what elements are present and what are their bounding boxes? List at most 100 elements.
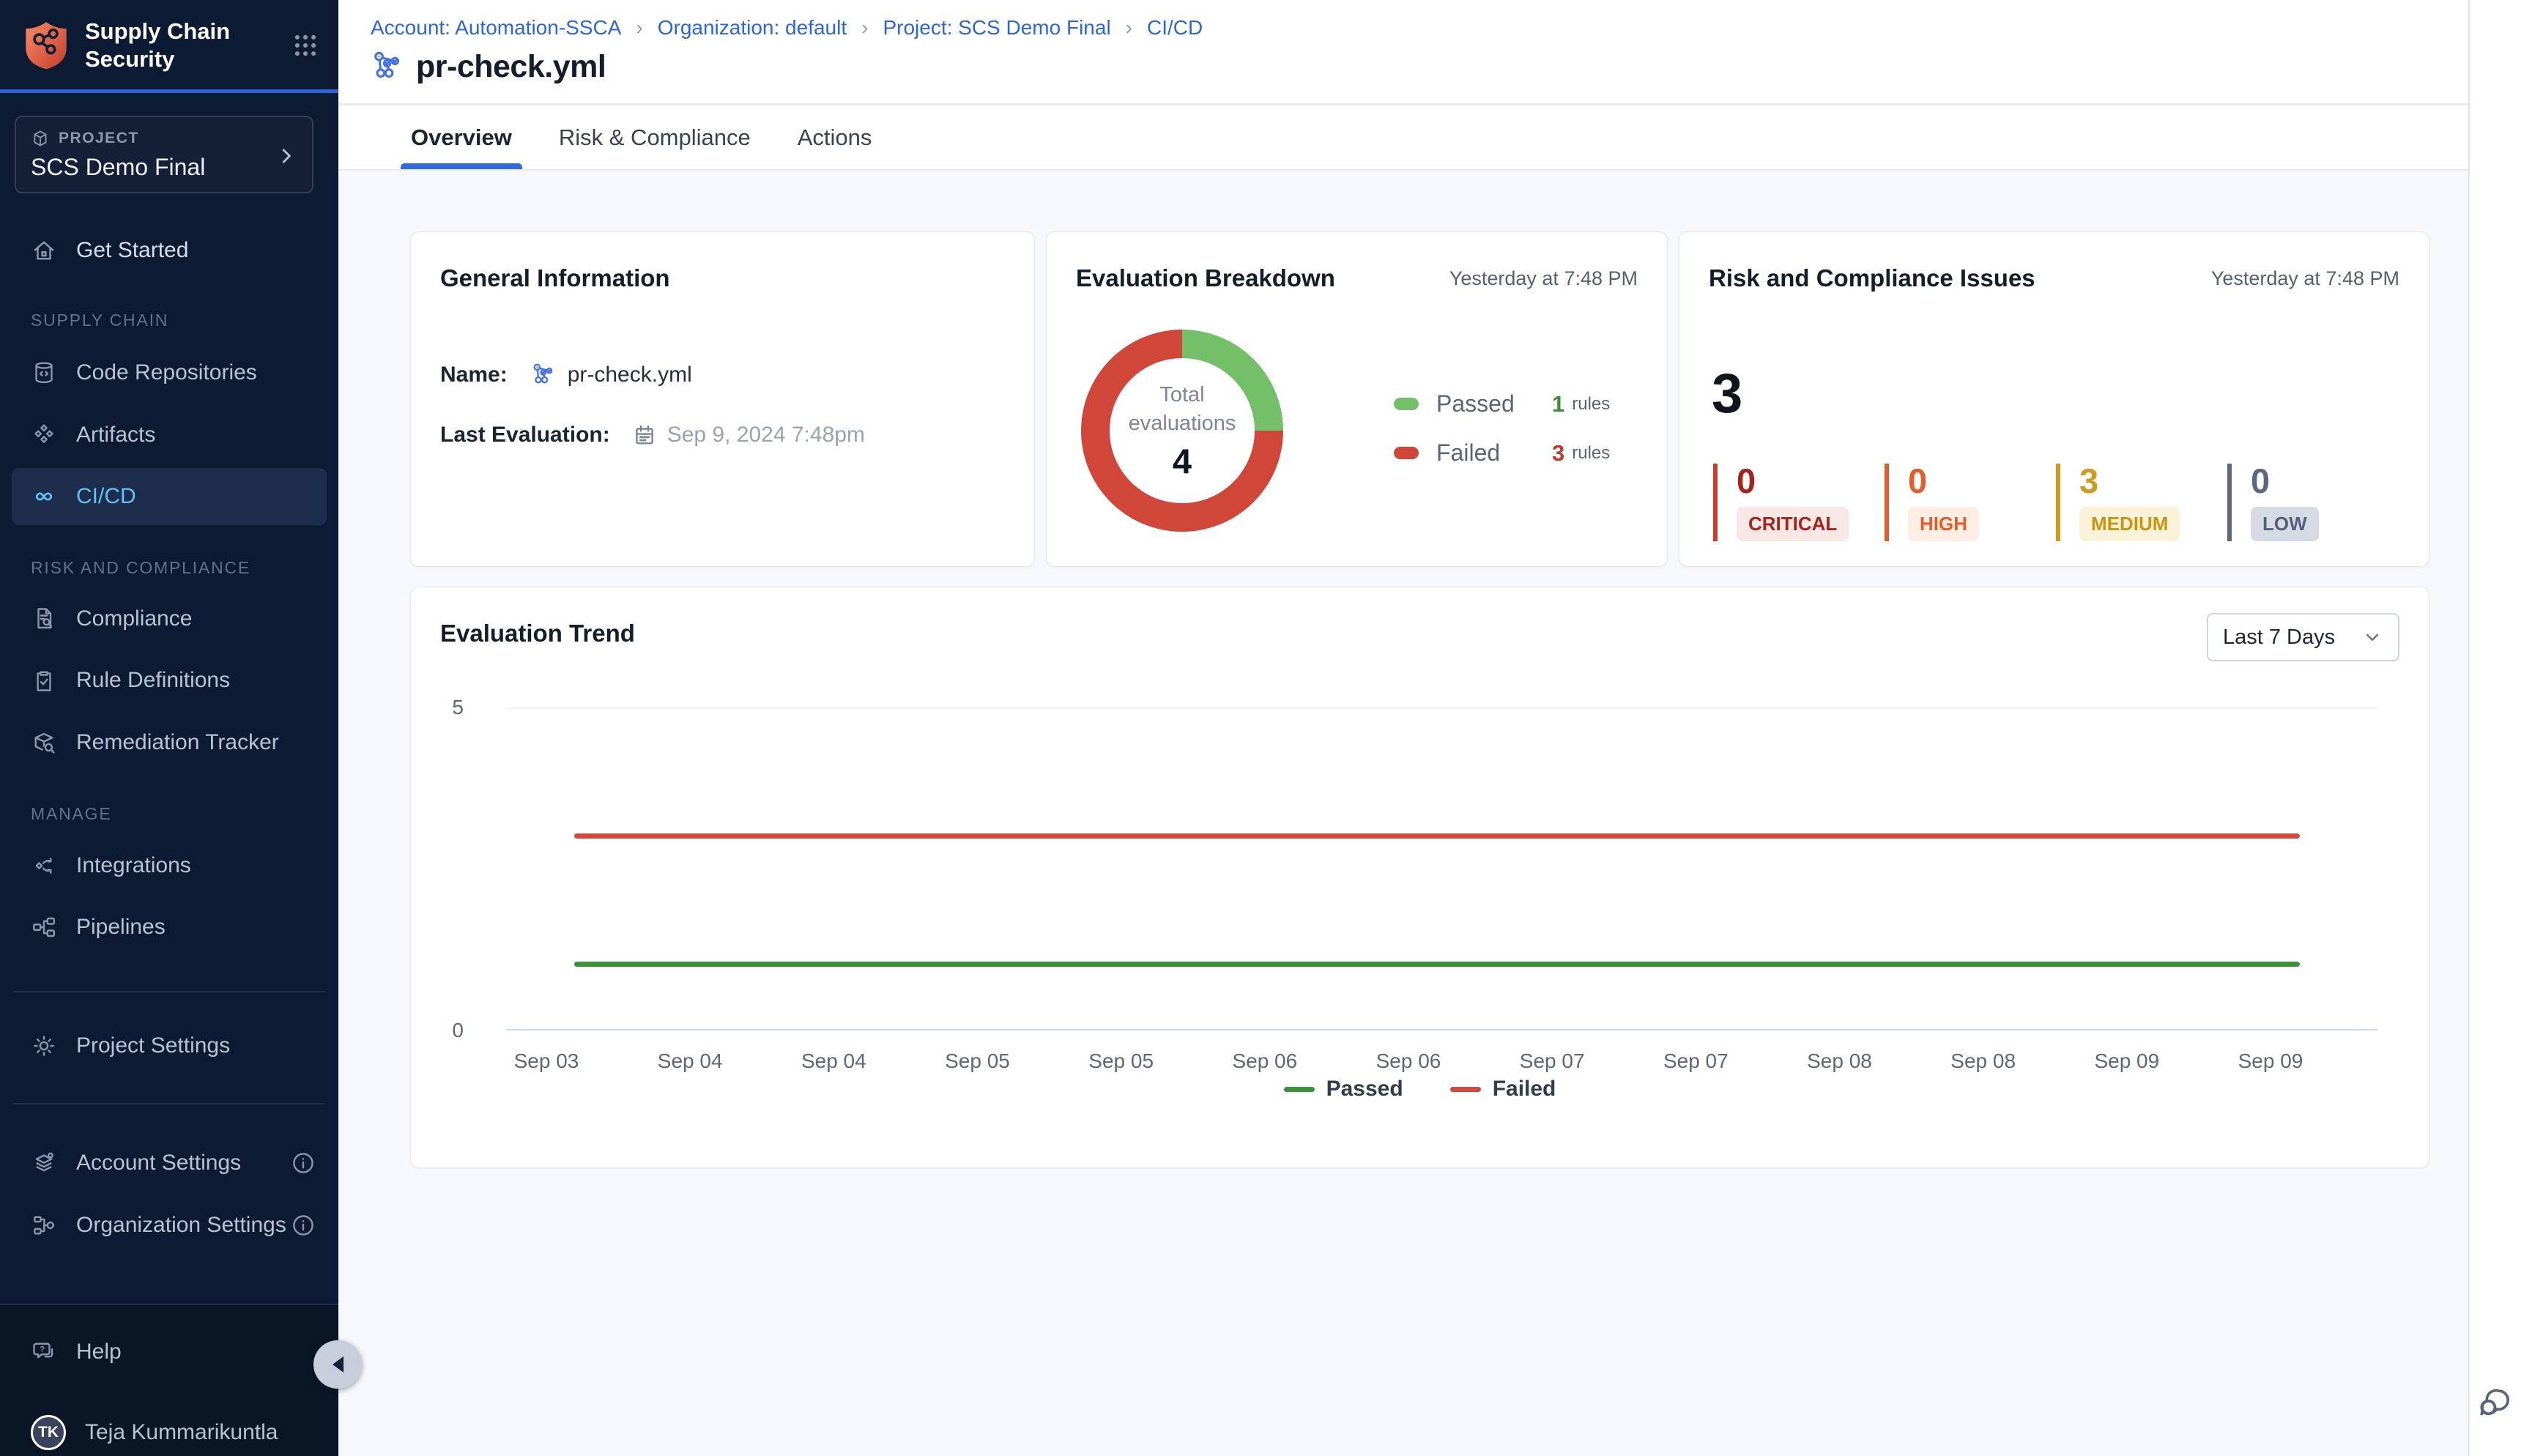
sidebar-collapse-button[interactable] — [313, 1340, 362, 1389]
x-axis-tick: Sep 03 — [514, 1050, 579, 1073]
x-axis-tick: Sep 05 — [1088, 1050, 1154, 1073]
sidebar-item-cicd[interactable]: CI/CD — [12, 468, 327, 525]
sidebar-item-artifacts[interactable]: Artifacts — [12, 412, 327, 458]
x-axis-tick: Sep 08 — [1807, 1050, 1872, 1073]
x-axis-tick: Sep 08 — [1950, 1050, 2016, 1073]
x-axis-tick: Sep 04 — [658, 1050, 723, 1073]
info-icon[interactable] — [290, 1150, 316, 1176]
legend-item-passed: Passed 1 rules — [1394, 390, 1610, 417]
severity-badge: HIGH — [1908, 507, 1979, 541]
x-axis-tick: Sep 04 — [801, 1050, 866, 1073]
brand-divider — [0, 89, 338, 93]
card-title: General Information — [440, 264, 670, 292]
project-settings-gear-icon — [31, 1033, 57, 1059]
tab-actions[interactable]: Actions — [793, 106, 877, 169]
severity-badge: LOW — [2251, 507, 2319, 541]
date-range-select[interactable]: Last 7 Days — [2207, 613, 2399, 661]
tab-bar: Overview Risk & Compliance Actions — [338, 106, 2468, 171]
project-selector[interactable]: PROJECT SCS Demo Final — [15, 116, 313, 193]
collapse-left-arrow-icon — [333, 1356, 344, 1373]
failed-series-line — [574, 833, 2300, 839]
breadcrumb-project-link[interactable]: Project: SCS Demo Final — [883, 16, 1110, 40]
tab-overview[interactable]: Overview — [406, 106, 516, 169]
sidebar-item-rule-definitions[interactable]: Rule Definitions — [12, 657, 327, 704]
card-timestamp: Yesterday at 7:48 PM — [1449, 267, 1638, 290]
cicd-infinity-icon — [31, 483, 57, 510]
risk-and-compliance-issues-card: Risk and Compliance Issues Yesterday at … — [1679, 231, 2429, 567]
page-header: Account: Automation-SSCA › Organization:… — [338, 0, 2468, 105]
failed-count: 3 — [1552, 440, 1564, 467]
compliance-icon — [31, 606, 57, 632]
legend-item-failed: Failed 3 rules — [1394, 439, 1610, 467]
severity-row: 0 CRITICAL 0 HIGH 3 MEDIUM 0 LOW — [1713, 464, 2399, 541]
sidebar-item-compliance[interactable]: Compliance — [12, 595, 327, 642]
sidebar-item-label: Rule Definitions — [76, 668, 230, 693]
supply-chain-security-shield-logo-icon — [23, 21, 69, 70]
sidebar-divider — [13, 991, 325, 992]
code-repositories-icon — [31, 360, 57, 386]
sidebar-divider — [13, 1103, 325, 1104]
pipeline-file-icon — [530, 361, 557, 389]
breadcrumb-cicd-link[interactable]: CI/CD — [1147, 16, 1203, 40]
card-title: Evaluation Breakdown — [1076, 264, 1335, 292]
passed-dash-icon — [1284, 1087, 1315, 1092]
info-icon[interactable] — [290, 1212, 316, 1238]
chevron-right-icon: › — [861, 16, 868, 40]
x-axis-tick: Sep 09 — [2238, 1050, 2303, 1073]
sidebar-item-code-repositories[interactable]: Code Repositories — [12, 349, 327, 396]
trend-plot-area — [506, 707, 2377, 1029]
x-axis-labels: Sep 03Sep 04Sep 04Sep 05Sep 05Sep 06Sep … — [546, 1050, 2271, 1079]
card-timestamp: Yesterday at 7:48 PM — [2211, 267, 2399, 290]
y-axis-tick: 5 — [411, 696, 464, 719]
severity-tile-medium: 3 MEDIUM — [2056, 464, 2227, 541]
pipelines-icon — [31, 914, 57, 940]
chevron-right-icon: › — [1126, 16, 1132, 40]
legend-toggle-passed[interactable]: Passed — [1284, 1077, 1403, 1102]
date-range-value: Last 7 Days — [2223, 625, 2335, 650]
sidebar-section-supply-chain: SUPPLY CHAIN — [31, 311, 168, 330]
cube-icon — [31, 129, 50, 148]
card-title: Risk and Compliance Issues — [1709, 264, 2035, 292]
name-label: Name: — [440, 363, 508, 387]
sidebar-item-label: Get Started — [76, 238, 188, 263]
tab-risk-and-compliance[interactable]: Risk & Compliance — [554, 106, 755, 169]
pipeline-file-icon — [369, 48, 406, 85]
right-rail — [2468, 0, 2521, 1456]
breadcrumb-organization-link[interactable]: Organization: default — [658, 16, 847, 40]
sidebar-item-pipelines[interactable]: Pipelines — [12, 904, 327, 951]
sidebar-item-get-started[interactable]: Get Started — [12, 227, 327, 274]
chevron-right-icon — [275, 145, 297, 167]
chevron-down-icon — [2361, 626, 2383, 648]
artifacts-icon — [31, 422, 57, 448]
passed-series-line — [574, 962, 2300, 967]
sidebar-item-label: Account Settings — [76, 1151, 241, 1175]
chat-bubbles-icon[interactable] — [2476, 1384, 2514, 1422]
x-axis-tick: Sep 09 — [2094, 1050, 2159, 1073]
sidebar-item-label: Integrations — [76, 853, 191, 878]
x-axis-tick: Sep 07 — [1520, 1050, 1585, 1073]
sidebar-item-help[interactable]: ? Help — [12, 1329, 327, 1375]
severity-badge: CRITICAL — [1737, 507, 1849, 541]
rule-definitions-icon — [31, 667, 57, 694]
breadcrumb-account-link[interactable]: Account: Automation-SSCA — [371, 16, 621, 40]
legend-toggle-failed[interactable]: Failed — [1450, 1077, 1556, 1102]
sidebar: Supply ChainSecurity PROJECT SCS Demo Fi… — [0, 0, 338, 1456]
app-grid-icon[interactable] — [292, 31, 319, 59]
sidebar-item-user[interactable]: TK Teja Kummarikuntla — [12, 1409, 327, 1456]
sidebar-item-remediation-tracker[interactable]: Remediation Tracker — [12, 719, 327, 766]
sidebar-item-account-settings[interactable]: Account Settings — [12, 1140, 327, 1186]
sidebar-item-project-settings[interactable]: Project Settings — [12, 1022, 327, 1069]
breadcrumb: Account: Automation-SSCA › Organization:… — [371, 16, 1203, 40]
sidebar-item-integrations[interactable]: Integrations — [12, 842, 327, 889]
series-area — [574, 707, 2300, 1029]
severity-badge: MEDIUM — [2079, 507, 2180, 541]
breakdown-legend: Passed 1 rules Failed 3 rules — [1394, 390, 1610, 467]
evaluation-trend-card: Evaluation Trend Last 7 Days 5 0 Sep 03S… — [410, 587, 2429, 1168]
sidebar-item-organization-settings[interactable]: Organization Settings — [12, 1202, 327, 1249]
y-axis-tick: 0 — [411, 1019, 464, 1042]
evaluation-breakdown-card: Evaluation Breakdown Yesterday at 7:48 P… — [1046, 231, 1668, 567]
project-selector-label: PROJECT — [59, 130, 139, 147]
x-axis-tick: Sep 06 — [1232, 1050, 1297, 1073]
sidebar-item-label: Code Repositories — [76, 360, 257, 385]
passed-swatch-icon — [1394, 398, 1419, 410]
